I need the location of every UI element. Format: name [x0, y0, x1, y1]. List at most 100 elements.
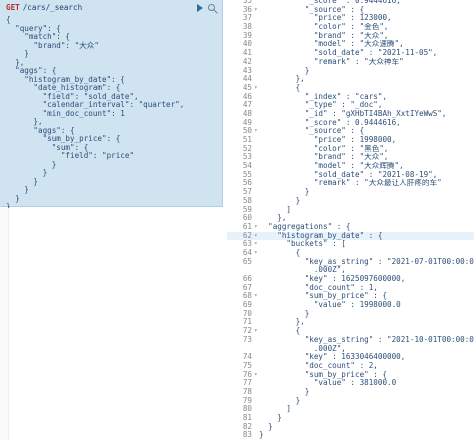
code-text: "model" : "大众速腾", — [259, 40, 404, 49]
code-text: "doc_count" : 1, — [259, 283, 378, 292]
response-code-line: 36 ▾ "_source" : { — [227, 5, 474, 15]
code-text: ] — [259, 405, 292, 414]
response-code-line: 58 } — [227, 196, 474, 206]
code-text: "remark" : "大众最让人肝疼的车" — [259, 179, 442, 188]
code-text: } — [259, 431, 264, 440]
code-text: }, — [259, 214, 287, 223]
response-code-line: 54 "model" : "大众辉腾", — [227, 161, 474, 171]
code-text: } — [259, 66, 310, 75]
response-code-line: 59 ] — [227, 205, 474, 215]
code-text: } — [259, 309, 310, 318]
code-text: "_source" : { — [259, 5, 365, 14]
code-text: "buckets" : [ — [259, 240, 346, 249]
response-code-line: 68 ▾ "sum_by_price" : { — [227, 292, 474, 301]
response-code-line: 80 ] — [227, 405, 474, 414]
line-number: 73 — [242, 334, 252, 344]
response-code-line: 40 "model" : "大众速腾", — [227, 40, 474, 49]
response-code-line: 77 "value" : 381000.0 — [227, 379, 474, 388]
code-text: "sold_date" : "2021-08-19", — [259, 170, 438, 179]
response-code-line: 38 "color" : "金色", — [227, 22, 474, 32]
response-code-line: 62 ▾ "histogram_by_date" : { — [227, 231, 474, 241]
response-code-line: 63 ▾ "buckets" : [ — [227, 240, 474, 249]
run-request-button[interactable] — [195, 3, 204, 12]
response-code-line: 50 ▾ "_source" : { — [227, 127, 474, 136]
code-text: "sold_date" : "2021-11-05", — [259, 49, 438, 58]
code-text: "key" : 1625097600000, — [259, 275, 406, 283]
code-text: } — [259, 387, 310, 396]
response-code-line: 53 "brand" : "大众", — [227, 153, 474, 162]
response-code-line: 61 ▾ "aggregations" : { — [227, 222, 474, 232]
request-code-line: } — [6, 193, 20, 203]
editor-gutter — [0, 208, 9, 440]
response-code-line: 37 "price" : 123000, — [227, 14, 474, 23]
response-code-line: 64 ▾ { — [227, 248, 474, 258]
http-method: GET — [6, 3, 20, 12]
line-number: 65 — [242, 256, 252, 266]
request-settings-button[interactable] — [207, 3, 216, 12]
code-text: "remark" : "大众神车" — [259, 57, 404, 66]
request-code-line: } — [6, 176, 39, 186]
response-code-line: 41 "sold_date" : "2021-11-05", — [227, 48, 474, 58]
response-code-line: 55 "sold_date" : "2021-08-19", — [227, 170, 474, 180]
wrench-icon — [208, 4, 215, 11]
response-code-line: 83} — [227, 431, 474, 440]
response-code-line: 39 "brand" : "大众", — [227, 31, 474, 41]
request-path: /cars/_search — [22, 3, 83, 12]
response-panel[interactable]: 35 "_score" : 0.9444616, 36 ▾ "_source" : … — [227, 0, 474, 440]
response-code-line: 47 "_type" : "_doc", — [227, 101, 474, 110]
response-code-line: 70 } — [227, 309, 474, 319]
request-toolbar — [195, 3, 216, 12]
response-code-line: 75 "doc_count" : 2, — [227, 361, 474, 371]
code-text: "doc_count" : 2, — [259, 361, 378, 370]
response-code-line: 45 ▾ { — [227, 83, 474, 93]
code-text: "_index" : "cars", — [259, 92, 388, 101]
response-code-line: 65 "key_as_string" : "2021-07-01T00:00:0… — [227, 256, 474, 267]
response-code-line: 43 } — [227, 66, 474, 76]
response-code-line: 74 "key" : 1633046400000, — [227, 352, 474, 362]
code-text: "brand" : "大众", — [259, 31, 389, 40]
code-text: "_score" : 0.9444616, — [259, 118, 401, 127]
request-header: GET/cars/_search — [6, 3, 216, 13]
code-text: "aggregations" : { — [259, 222, 351, 231]
code-text: } — [259, 196, 301, 205]
code-text: "sum_by_price" : { — [259, 292, 388, 301]
code-text: "brand" : "大众", — [259, 153, 389, 162]
code-text: "_id" : "gXHbTI4BAh_XxtIYeWwS", — [259, 109, 447, 118]
response-code-line: 73 "key_as_string" : "2021-10-01T00:00:0… — [227, 334, 474, 345]
code-text: } — [259, 188, 310, 197]
code-text: "color" : "金色", — [259, 23, 389, 32]
request-body[interactable]: { "query": { "match": { "brand": "大众" } … — [6, 15, 216, 212]
response-body: 35 "_score" : 0.9444616, 36 ▾ "_source" : … — [227, 0, 474, 440]
code-text: }, — [259, 318, 305, 327]
code-text: "value" : 1998000.0 — [259, 301, 401, 310]
code-text: "histogram_by_date" : { — [259, 231, 383, 240]
code-text: "key" : 1633046400000, — [259, 353, 406, 362]
code-text: "model" : "大众辉腾", — [259, 162, 404, 171]
response-code-line: 49 "_score" : 0.9444616, — [227, 118, 474, 128]
response-code-line: 72 ▾ { — [227, 326, 474, 336]
play-icon — [196, 3, 203, 12]
response-code-line: 76 ▾ "sum_by_price" : { — [227, 370, 474, 380]
request-code-line: } — [6, 185, 29, 194]
code-text: ] — [259, 205, 292, 214]
response-code-line: 78 } — [227, 387, 474, 397]
response-code-line: 81 } — [227, 413, 474, 423]
code-text: "price" : 123000, — [259, 14, 392, 23]
code-text: { — [259, 83, 301, 92]
code-text: "sum_by_price" : { — [259, 370, 388, 379]
response-code-line: 56 "remark" : "大众最让人肝疼的车" — [227, 179, 474, 188]
response-code-line: 66 "key" : 1625097600000, — [227, 274, 474, 284]
code-text: }, — [259, 75, 305, 84]
code-text: .000Z", — [259, 344, 346, 353]
code-text: } — [259, 396, 301, 405]
response-code-line: .000Z", — [227, 345, 474, 354]
response-code-line: 42 "remark" : "大众神车" — [227, 57, 474, 67]
response-code-line: 46 "_index" : "cars", — [227, 92, 474, 102]
request-editor[interactable]: GET/cars/_search { "query": { "match": {… — [0, 0, 223, 211]
code-text: "key_as_string" : "2021-07-01T00:00:00 — [259, 257, 474, 266]
response-code-line: 79 } — [227, 396, 474, 406]
response-code-line: 48 "_id" : "gXHbTI4BAh_XxtIYeWwS", — [227, 109, 474, 119]
response-code-line: 67 "doc_count" : 1, — [227, 283, 474, 293]
code-text: "price" : 1998000, — [259, 136, 397, 144]
response-code-line: .000Z", — [227, 266, 474, 275]
